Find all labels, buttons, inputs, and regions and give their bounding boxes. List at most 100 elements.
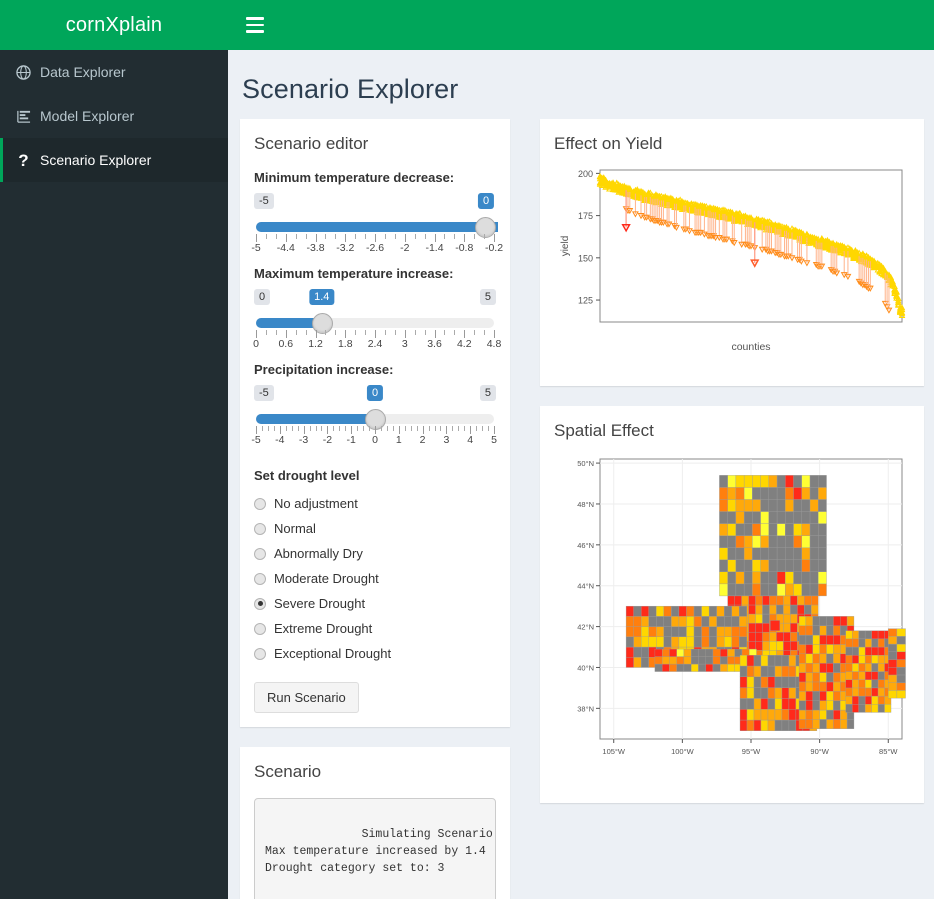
slider-tick-label: -3.8 [306,242,325,254]
slider-tick [494,330,495,338]
svg-text:105°W: 105°W [602,747,626,756]
svg-text:40°N: 40°N [577,663,594,672]
scenario-output-text-container: Simulating Scenario: Max temperature inc… [254,798,496,899]
slider-tick [339,426,341,431]
slider-tick [275,234,277,239]
slider-tick [484,234,486,239]
radio-button[interactable] [254,597,266,610]
scenario-editor-panel: Scenario editor Minimum temperature decr… [240,119,510,727]
sidebar-item-data-explorer[interactable]: Data Explorer [0,50,228,94]
slider-tick [494,234,495,242]
slider-tick [434,234,436,242]
slider-tick [470,426,472,434]
radio-button[interactable] [254,572,266,585]
slider-tick [285,426,287,431]
sidebar-toggle-icon[interactable] [242,13,268,37]
svg-text:50°N: 50°N [577,459,594,468]
drought-option-label: Exceptional Drought [274,646,392,661]
sidebar-item-model-explorer[interactable]: Model Explorer [0,94,228,138]
radio-button[interactable] [254,647,266,660]
slider-ticks [256,234,495,242]
slider-tick-label: 2.4 [367,338,383,350]
slider-tick [484,330,486,335]
slider-tick [428,426,430,431]
slider-tick-label: 4 [467,434,474,446]
slider-tick-label: -1 [346,434,356,446]
page-title: Scenario Explorer [242,74,459,104]
slider-max-temperature-increase: Maximum temperature increase: 0 5 1.4 00… [253,266,501,354]
drought-option-6[interactable]: Exceptional Drought [254,641,496,666]
slider-tick [464,234,466,242]
slider-tick [261,426,263,431]
svg-text:38°N: 38°N [577,704,594,713]
sidebar-item-label: Scenario Explorer [40,152,152,168]
svg-text:yield: yield [560,236,571,257]
slider-tick [476,426,478,431]
bar-chart-icon [15,108,32,125]
slider-tick-label: 0 [253,338,259,350]
slider-tick-label: -2 [400,242,410,254]
slider-tick [295,234,297,239]
sidebar: Data Explorer Model Explorer ? Scenario … [0,50,228,899]
slider-min-label: -5 [254,193,274,209]
slider-tick [305,330,307,335]
slider-tick [369,426,371,431]
drought-option-4[interactable]: Severe Drought [254,591,496,616]
sidebar-item-scenario-explorer[interactable]: ? Scenario Explorer [0,138,228,182]
slider-label: Maximum temperature increase: [254,266,454,281]
slider-max-label: 5 [479,385,496,401]
slider-tick [410,426,412,431]
radio-button[interactable] [254,547,266,560]
slider-tick [404,426,406,431]
slider-tick-label: 2 [419,434,426,446]
slider-tick [384,234,386,239]
brand-logo[interactable]: cornXplain [0,0,228,50]
run-scenario-button[interactable]: Run Scenario [254,682,359,713]
slider-tick [392,426,394,431]
radio-button[interactable] [254,622,266,635]
slider-track-container[interactable]: -5 5 0 -5 -4 -3 -2 -1 0 1 2 3 4 5 [251,384,497,450]
slider-tick [275,330,277,335]
sidebar-item-label: Model Explorer [40,108,135,124]
radio-button[interactable] [254,522,266,535]
slider-tick [256,426,257,434]
slider-tick [267,426,269,431]
slider-ticks [256,330,495,338]
svg-text:175: 175 [578,211,593,221]
radio-button[interactable] [254,497,266,510]
slider-track-container[interactable]: -5 0 -5 -4.4 -3.8 -3.2 -2.6 -2 -1.4 -0.8 -0.2 [251,192,503,258]
slider-tick [494,426,495,434]
drought-option-3[interactable]: Moderate Drought [254,566,496,591]
slider-tick-label: -1.4 [425,242,444,254]
drought-option-2[interactable]: Abnormally Dry [254,541,496,566]
slider-tick [404,330,406,338]
slider-tick [454,330,456,335]
slider-value-bubble: 1.4 [309,289,335,305]
slider-tick [384,330,386,335]
drought-option-1[interactable]: Normal [254,516,496,541]
slider-ticks [256,426,495,434]
slider-track-container[interactable]: 0 5 1.4 0 0.6 1.2 1.8 2.4 3 3.6 4.2 4.8 [253,288,501,354]
drought-option-label: Moderate Drought [274,571,379,586]
slider-tick [325,234,327,239]
svg-text:125: 125 [578,296,593,306]
slider-tick [365,234,367,239]
slider-tick [458,426,460,431]
slider-tick [386,426,388,431]
slider-tick-labels: -5 -4 -3 -2 -1 0 1 2 3 4 5 [251,434,497,448]
slider-tick [355,234,357,239]
slider-tick [265,234,267,239]
slider-tick [291,426,293,431]
svg-text:counties: counties [731,341,770,353]
svg-text:46°N: 46°N [577,541,594,550]
drought-option-5[interactable]: Extreme Drought [254,616,496,641]
slider-tick [434,426,436,431]
slider-label: Precipitation increase: [254,362,394,377]
slider-tick [375,426,376,434]
slider-tick-label: -2.6 [365,242,385,254]
drought-option-0[interactable]: No adjustment [254,491,496,516]
slider-tick [321,426,323,431]
slider-tick-label: -4.4 [276,242,295,254]
slider-tick [325,330,327,335]
scenario-output-text: Simulating Scenario: Max temperature inc… [265,828,496,875]
